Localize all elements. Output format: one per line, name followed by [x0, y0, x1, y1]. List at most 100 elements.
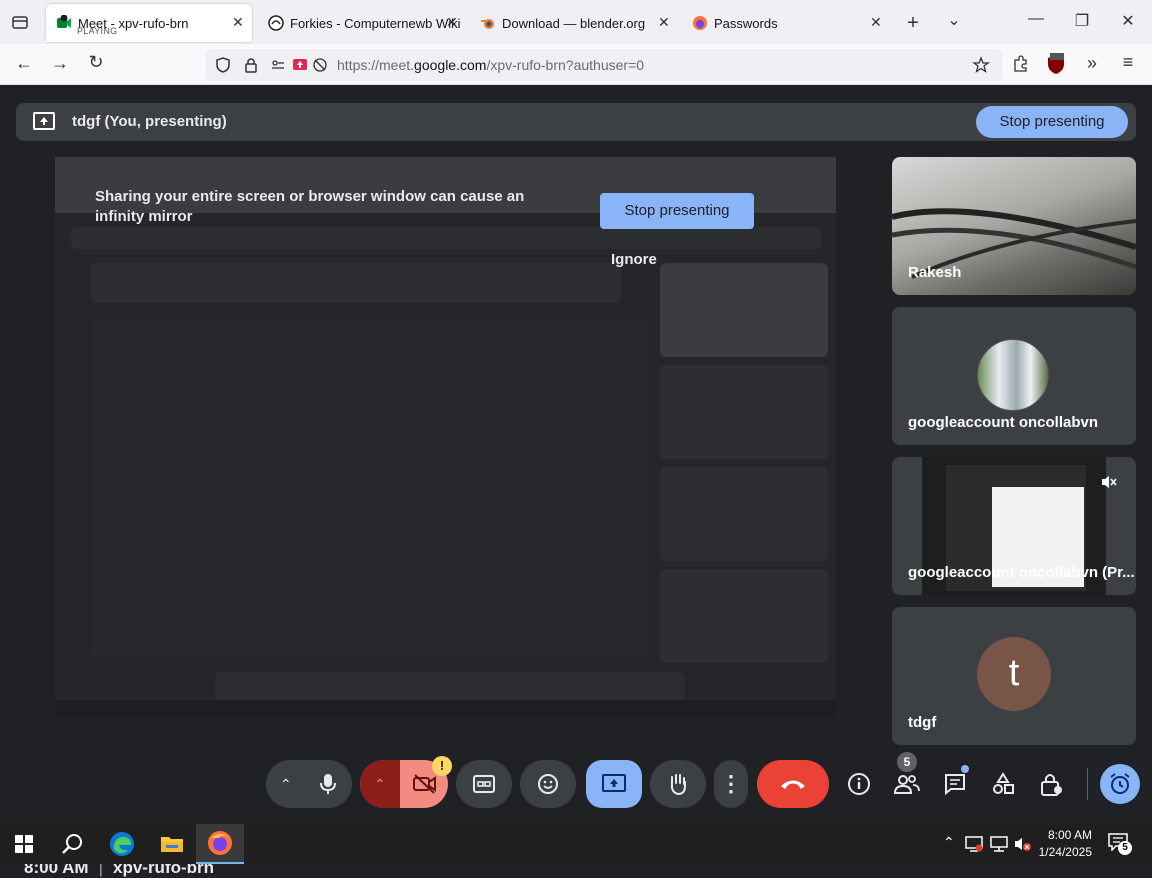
tab-title: Download — blender.org: [502, 15, 646, 31]
microphone-icon[interactable]: [318, 772, 338, 796]
maximize-icon[interactable]: ❐: [1072, 11, 1092, 31]
screen-sharing-tray-icon[interactable]: [965, 836, 983, 852]
meet-favicon-icon: [57, 15, 71, 28]
tab-close-icon[interactable]: ✕: [870, 14, 882, 31]
forward-icon[interactable]: →: [50, 53, 70, 74]
timer-button[interactable]: [1100, 764, 1140, 804]
emoji-icon: [538, 774, 558, 794]
present-screen-icon: [602, 774, 626, 792]
edge-icon: [110, 832, 134, 856]
blender-favicon-icon: [481, 19, 494, 29]
leave-call-button[interactable]: [757, 760, 829, 808]
url-text[interactable]: https://meet.google.com/xpv-rufo-brn?aut…: [337, 57, 644, 73]
extensions-icon[interactable]: [1011, 55, 1029, 73]
tab-close-icon[interactable]: ✕: [658, 14, 670, 31]
ublock-icon[interactable]: [1046, 53, 1066, 75]
tab-meet[interactable]: Meet - xpv-rufo-brn PLAYING ✕: [46, 4, 252, 42]
shapes-icon: [993, 772, 1014, 794]
presenting-bar: tdgf (You, presenting) Stop presenting: [16, 103, 1136, 141]
chat-button[interactable]: [933, 760, 977, 808]
present-now-button[interactable]: [586, 760, 642, 808]
mirrored-warning: [91, 263, 621, 303]
list-tabs-icon[interactable]: ⌄: [944, 10, 964, 30]
permissions-icon[interactable]: [270, 57, 286, 73]
screen-share-indicator-icon[interactable]: [292, 57, 308, 73]
close-window-icon[interactable]: ✕: [1118, 11, 1138, 31]
participant-name: googleaccount oncollabvn (Pr...: [908, 564, 1135, 581]
clock-date: 1/24/2025: [1038, 845, 1092, 859]
tab-forkies[interactable]: Forkies - Computernewb Wiki ✕: [258, 4, 464, 42]
search-button[interactable]: [48, 824, 96, 864]
more-vertical-icon: ⋮: [720, 771, 742, 796]
folder-icon: [161, 837, 183, 852]
muted-speaker-icon: [1102, 476, 1117, 488]
chat-unread-dot: [961, 765, 969, 773]
tab-overview-icon[interactable]: [10, 12, 30, 32]
camera-group: ⌃ !: [360, 756, 452, 808]
minimize-icon[interactable]: —: [1026, 10, 1046, 28]
camera-off-icon[interactable]: [412, 773, 438, 795]
file-explorer-button[interactable]: [148, 824, 196, 864]
start-button[interactable]: [0, 824, 48, 864]
tab-close-icon[interactable]: ✕: [446, 14, 458, 31]
url-path: /xpv-rufo-brn?authuser=0: [486, 57, 645, 73]
avatar: [977, 339, 1049, 411]
tab-playing-label: PLAYING: [77, 26, 118, 36]
autoplay-blocked-icon[interactable]: [312, 57, 328, 73]
meet-app: tdgf (You, presenting) Stop presenting S…: [0, 85, 1152, 877]
presenting-label: tdgf (You, presenting): [72, 113, 227, 130]
warning-stop-presenting-button[interactable]: Stop presenting: [600, 193, 754, 229]
search-icon: [62, 834, 82, 854]
tab-passwords[interactable]: Passwords ✕: [682, 4, 888, 42]
stop-presenting-button[interactable]: Stop presenting: [976, 106, 1128, 138]
network-icon[interactable]: [990, 836, 1008, 852]
tab-blender[interactable]: Download — blender.org ✕: [470, 4, 676, 42]
audio-options-chevron-icon[interactable]: ⌃: [280, 776, 292, 793]
clock-time: 8:00 AM: [1047, 828, 1092, 842]
participant-tile-googleaccount[interactable]: googleaccount oncollabvn: [892, 307, 1136, 445]
chat-icon: [945, 774, 965, 796]
edge-taskbar-button[interactable]: [98, 824, 146, 864]
mirrored-tile: [660, 569, 828, 663]
video-options-chevron-icon[interactable]: ⌃: [374, 776, 386, 793]
participant-tile-rakesh[interactable]: Rakesh: [892, 157, 1136, 295]
host-lock-icon: [1041, 774, 1062, 796]
windows-logo-icon: [15, 835, 33, 853]
firefox-taskbar-button[interactable]: [196, 824, 244, 864]
ignore-button[interactable]: Ignore: [611, 251, 657, 268]
bookmark-star-icon[interactable]: [972, 56, 990, 74]
mic-group: ⌃: [266, 760, 352, 808]
firefox-favicon-icon: [693, 16, 707, 30]
back-icon[interactable]: ←: [14, 53, 34, 74]
hang-up-icon: [781, 780, 805, 789]
overflow-chevron-icon[interactable]: »: [1082, 53, 1102, 74]
show-hidden-icons-icon[interactable]: ⌃: [943, 834, 955, 851]
lock-icon[interactable]: [242, 56, 260, 74]
mirrored-tile: [660, 467, 828, 561]
raise-hand-button[interactable]: [650, 760, 706, 808]
tracking-shield-icon[interactable]: [214, 56, 232, 74]
more-options-button[interactable]: ⋮: [714, 760, 748, 808]
reload-icon[interactable]: ↻: [86, 52, 106, 73]
meeting-details-button[interactable]: [837, 760, 881, 808]
volume-muted-icon[interactable]: [1014, 836, 1032, 852]
notifications-button[interactable]: 5: [1108, 833, 1134, 855]
address-bar[interactable]: https://meet.google.com/xpv-rufo-brn?aut…: [206, 49, 1002, 81]
present-screen-icon: [33, 112, 55, 130]
firefox-icon: [208, 831, 232, 855]
tab-close-icon[interactable]: ✕: [232, 14, 244, 31]
system-clock[interactable]: 8:00 AM 1/24/2025: [1039, 827, 1092, 861]
new-tab-icon[interactable]: +: [903, 12, 923, 35]
hand-icon: [670, 774, 686, 796]
activities-button[interactable]: [981, 760, 1025, 808]
host-controls-button[interactable]: [1029, 760, 1073, 808]
participant-tile-googleaccount-presentation[interactable]: googleaccount oncollabvn (Pr...: [892, 457, 1136, 595]
captions-button[interactable]: [456, 760, 512, 808]
url-domain: google.com: [414, 57, 487, 73]
people-button[interactable]: 5: [885, 752, 929, 808]
menu-icon[interactable]: ≡: [1118, 52, 1138, 73]
url-prefix: https://meet.: [337, 57, 415, 73]
participant-tile-tdgf[interactable]: t tdgf: [892, 607, 1136, 745]
tab-strip: Meet - xpv-rufo-brn PLAYING ✕ Forkies - …: [0, 0, 1152, 44]
reactions-button[interactable]: [520, 760, 576, 808]
